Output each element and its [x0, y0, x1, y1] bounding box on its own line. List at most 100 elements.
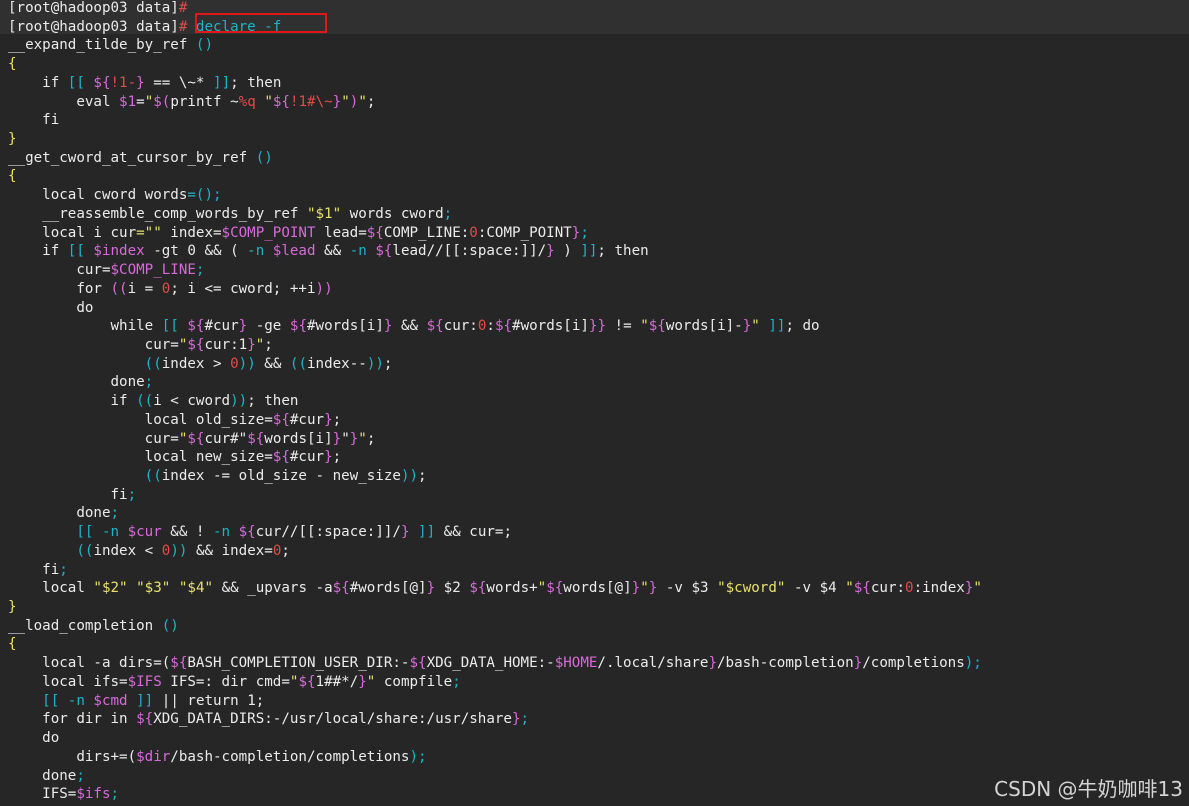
code-token: ": [358, 93, 367, 110]
code-token: "$1": [306, 205, 342, 222]
code-token: ": [358, 430, 367, 447]
code-token: ; i <= cword; ++i: [170, 280, 316, 297]
code-token: ": [255, 336, 265, 353]
code-token: index <: [93, 542, 162, 559]
code-token: __get_cword_at_cursor_by_ref: [8, 149, 256, 166]
code-token: )): [230, 393, 248, 410]
code-token: }: [400, 524, 410, 541]
code-token: ${: [494, 318, 513, 335]
terminal-output-line: dirs+=($dir/bash-completion/completions)…: [8, 748, 426, 766]
code-token: i < cword: [153, 393, 231, 410]
terminal-output-line: }: [8, 130, 17, 148]
code-token: eval: [8, 93, 120, 110]
code-token: $COMP_LINE: [110, 262, 196, 279]
code-token: /.local/share: [597, 655, 709, 672]
code-token: done: [8, 767, 77, 784]
code-token: ${: [170, 655, 188, 672]
code-token: compfile: [375, 673, 453, 690]
code-token: local new_size=: [8, 449, 273, 466]
code-token: $dir: [136, 748, 171, 765]
code-token: $1: [119, 93, 137, 110]
code-token: cur:: [870, 580, 906, 597]
terminal-output-line: if [[ $index -gt 0 && ( -n $lead && -n $…: [8, 242, 649, 260]
code-token: }: [631, 580, 641, 597]
code-token: printf ~: [170, 93, 239, 110]
code-token: ="": [136, 224, 162, 241]
terminal-output-line: fi;: [8, 561, 68, 579]
terminal-output-line: cur=$COMP_LINE;: [8, 261, 204, 279]
terminal-output-line: IFS=$ifs;: [8, 785, 119, 803]
code-token: )): [238, 355, 256, 372]
code-token: $lead: [272, 243, 316, 260]
code-token: ": [973, 580, 982, 597]
code-token: "$3": [136, 580, 171, 597]
code-token: ${: [409, 655, 427, 672]
code-token: ((: [76, 542, 94, 559]
code-token: i =: [127, 280, 162, 297]
code-token: cur=: [8, 262, 111, 279]
code-token: ${: [272, 93, 290, 110]
terminal-output-line: __reassemble_comp_words_by_ref "$1" word…: [8, 205, 452, 223]
code-token: #words[i]: [307, 318, 384, 335]
code-token: }: [708, 655, 718, 672]
code-token: -n: [247, 243, 273, 260]
code-token: );: [964, 655, 982, 672]
code-token: fi: [8, 112, 60, 129]
code-token: index=: [161, 224, 222, 241]
code-token: ((: [144, 468, 162, 484]
code-token: cur//[[:space:]]/: [255, 524, 401, 541]
code-token: == \~*: [144, 74, 214, 91]
code-token: =: [136, 93, 145, 110]
code-token: ${: [136, 711, 154, 728]
code-token: !1-: [110, 74, 137, 91]
code-token: fi: [8, 486, 128, 503]
code-token: done: [8, 505, 111, 522]
code-token: ;: [127, 486, 137, 503]
code-token: local i cur: [8, 224, 137, 241]
code-token: [root@hadoop03 data]: [8, 0, 179, 16]
code-token: $index: [93, 243, 145, 260]
code-token: ": [751, 318, 760, 335]
code-token: ;: [332, 411, 342, 428]
code-token: -n: [349, 243, 376, 260]
code-token: #words[i]: [512, 318, 589, 335]
code-token: ; then: [247, 393, 299, 410]
code-token: ; do: [785, 318, 820, 335]
terminal-output-line: {: [8, 635, 17, 653]
code-token: -v $4: [785, 580, 846, 597]
code-token: ${: [298, 673, 316, 690]
code-token: {: [8, 56, 17, 73]
code-token: ]]: [213, 74, 231, 91]
code-token: -gt 0 && (: [144, 243, 248, 260]
code-token: cur:: [443, 318, 478, 335]
terminal-window[interactable]: [root@hadoop03 data]# [root@hadoop03 data…: [0, 0, 1189, 806]
terminal-output-line: ((index > 0)) && ((index--));: [8, 355, 393, 373]
code-token: for: [8, 280, 111, 297]
code-token: ${: [187, 318, 205, 335]
code-token: if: [8, 243, 68, 260]
code-token: ": [341, 93, 350, 110]
code-token: words+: [486, 580, 538, 597]
code-token: && index=: [187, 542, 273, 559]
code-token: __load_completion: [8, 617, 162, 634]
code-token: /bash-completion: [717, 655, 854, 672]
code-token: ${: [247, 430, 265, 447]
code-token: &&: [255, 355, 290, 372]
code-token: ;: [264, 336, 273, 353]
code-token: ${: [853, 580, 871, 597]
terminal-output-line: __load_completion (): [8, 617, 179, 635]
code-token: )): [170, 542, 188, 559]
code-token: ;: [281, 542, 290, 559]
code-token: fi: [8, 561, 60, 578]
code-token: 1##*/: [315, 673, 359, 690]
code-token: if: [8, 393, 137, 410]
terminal-output-line: local -a dirs=(${BASH_COMPLETION_USER_DI…: [8, 654, 982, 672]
code-token: [root@hadoop03 data]: [8, 18, 179, 35]
code-token: ]]: [136, 692, 154, 709]
code-token: do: [8, 730, 60, 747]
watermark: CSDN @牛奶咖啡13: [994, 777, 1183, 801]
code-token: ": [537, 580, 547, 597]
code-token: ;: [332, 449, 342, 466]
